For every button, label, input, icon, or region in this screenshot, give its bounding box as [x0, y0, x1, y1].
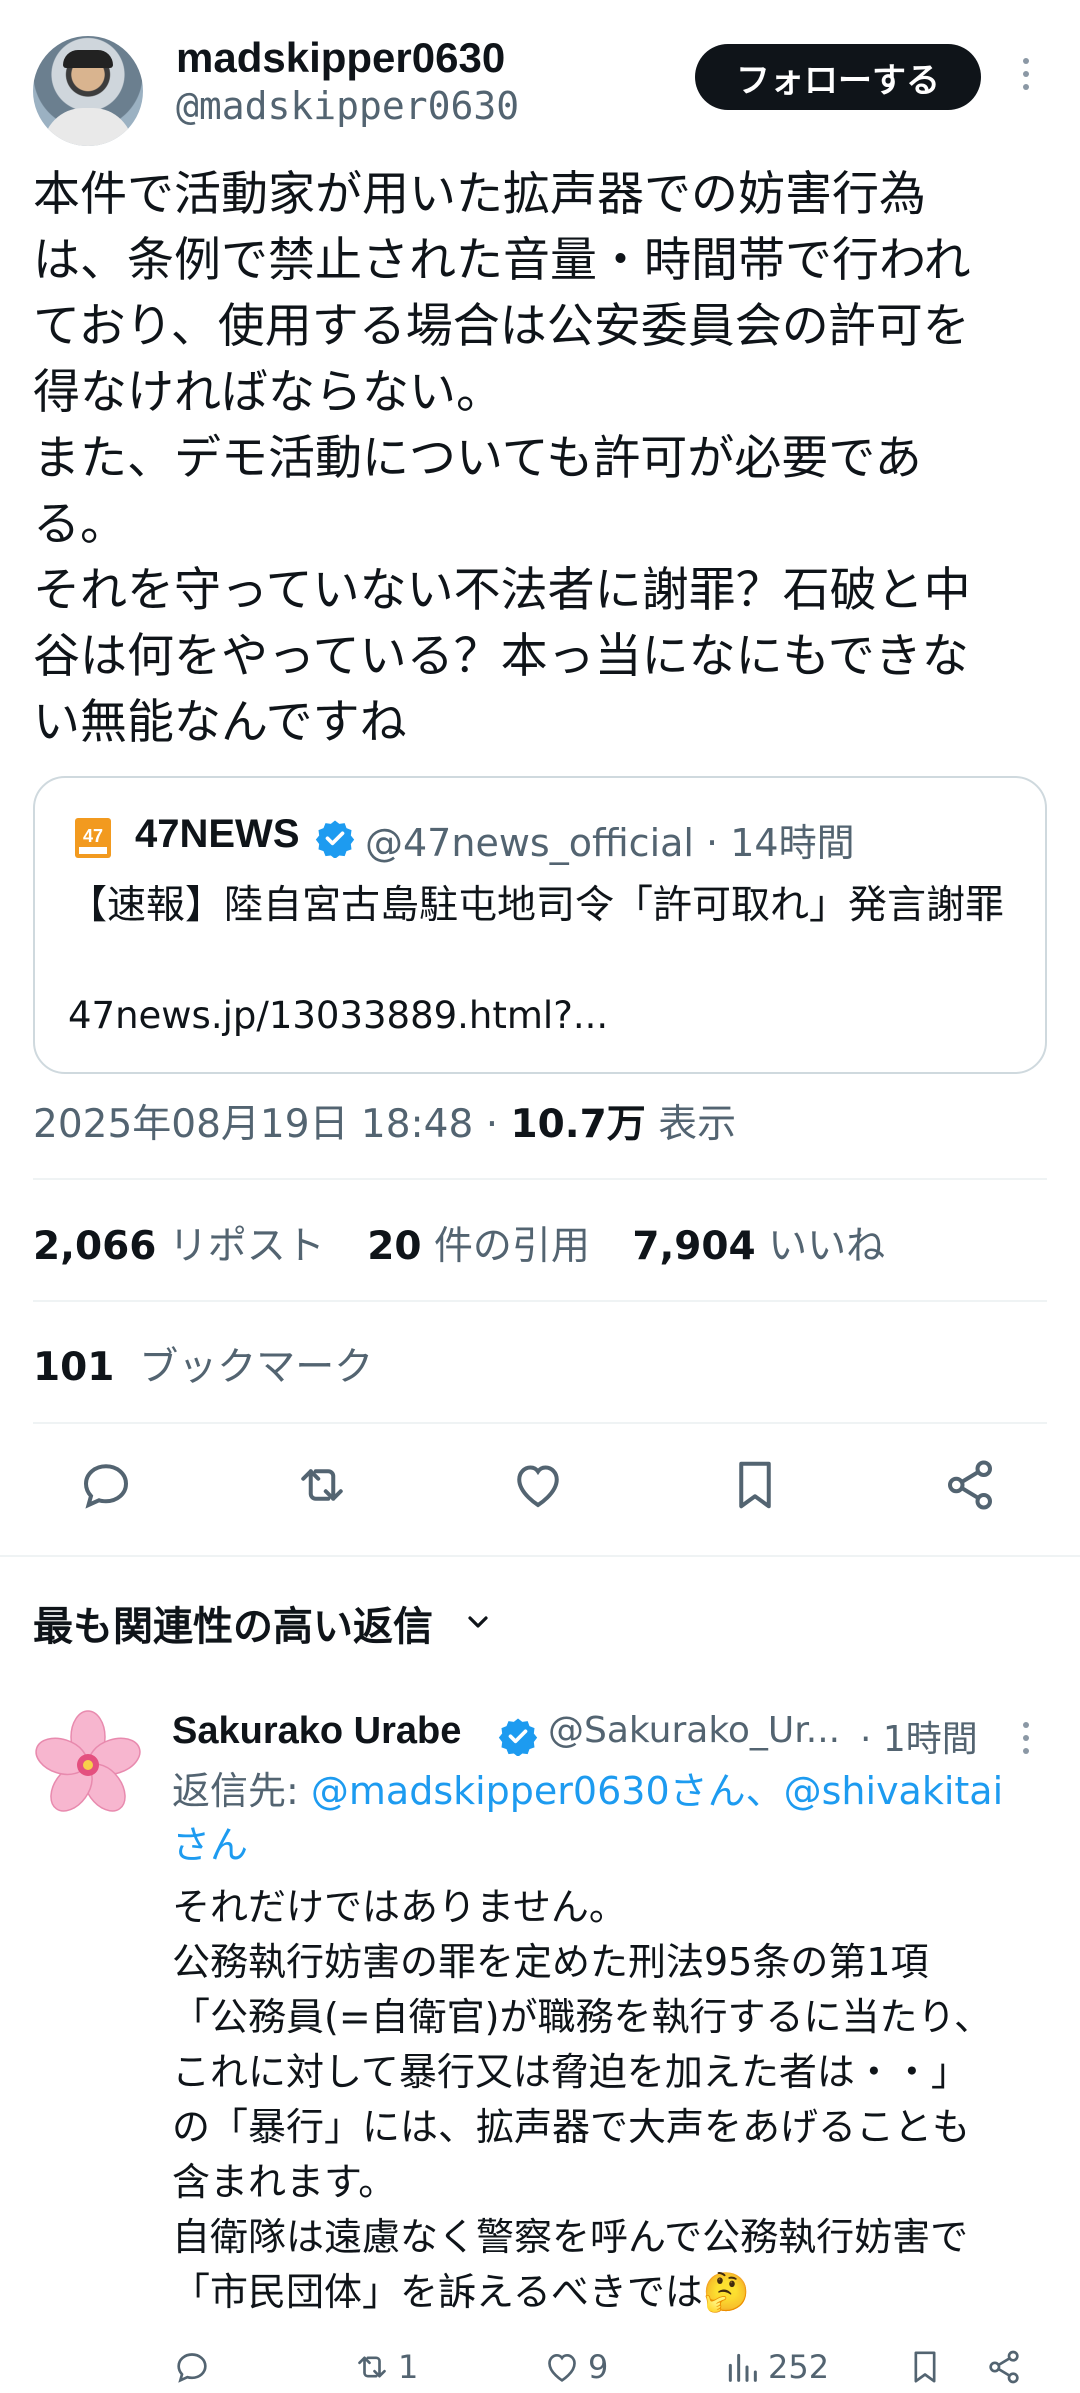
divider [33, 1300, 1047, 1302]
post-timestamp[interactable]: 2025年08月19日 18:48 · 10.7万 表示 [33, 1093, 736, 1149]
reply-more-options-icon[interactable] [1018, 1722, 1034, 1762]
reply-repost-button[interactable]: 1 [352, 2345, 418, 2389]
like-icon [548, 2353, 576, 2382]
view-label: 表示 [645, 1102, 737, 1147]
verified-badge-icon [315, 820, 355, 858]
share-icon [989, 2350, 1019, 2384]
verified-badge-icon [498, 1718, 538, 1756]
reply-repost-count: 1 [398, 2348, 419, 2386]
reply-view-count: 252 [768, 2348, 830, 2386]
reply-text: それだけではありません。 公務執行妨害の罪を定めた刑法95条の第1項 「公務員(… [172, 1885, 992, 2314]
bookmark-icon[interactable] [725, 1455, 785, 1515]
view-count: 10.7万 [510, 1102, 646, 1147]
bookmark-icon [914, 2351, 936, 2383]
views-bar-chart-icon [728, 2353, 757, 2382]
reply-icon [177, 2353, 207, 2383]
reply-to-line: 返信先: @madskipper0630さん、@shivakitai さん [172, 1769, 1004, 1867]
reply-time[interactable]: · 1時間 [860, 1710, 978, 1762]
author-display-name[interactable]: madskipper0630 [176, 34, 505, 82]
author-handle[interactable]: @madskipper0630 [176, 84, 519, 128]
quoted-author-name: 47NEWS [135, 812, 300, 856]
quoted-post-card[interactable]: 47 47NEWS @47news_official · 14時間 【速報】陸自… [33, 776, 1047, 1074]
like-icon[interactable] [508, 1455, 568, 1515]
post-header: madskipper0630 @madskipper0630 フォローする [0, 0, 1080, 150]
reply-author-handle[interactable]: @Sakurako_Ur... [548, 1710, 840, 1751]
reply-icon[interactable] [76, 1455, 136, 1515]
quoted-post-meta: @47news_official · 14時間 [365, 821, 855, 865]
reply-like-button[interactable]: 9 [542, 2345, 608, 2389]
reposts-stat[interactable]: 2,066 リポスト [33, 1224, 325, 1269]
post-action-bar [0, 1455, 1080, 1525]
likes-stat[interactable]: 7,904 いいね [632, 1224, 885, 1269]
engagement-stats: 2,066 リポスト 20 件の引用 7,904 いいね [33, 1215, 915, 1271]
quoted-post-link[interactable]: 47news.jp/13033889.html?... [68, 994, 608, 1037]
chevron-down-icon[interactable] [462, 1606, 494, 1638]
quoted-post-title: 【速報】陸自宮古島駐屯地司令「許可取れ」発言謝罪 [68, 883, 1005, 928]
reply-action-bar: 1 9 252 [0, 2345, 1080, 2393]
reply-author-name[interactable]: Sakurako Urabe [172, 1710, 461, 1753]
reply-share-button[interactable] [984, 2345, 1030, 2389]
reply-views-button[interactable]: 252 [722, 2345, 829, 2389]
post-text: 本件で活動家が用いた拡声器での妨害行為 は、条例で禁止された音量・時間帯で行われ… [33, 167, 971, 750]
post-datetime: 2025年08月19日 18:48 · [33, 1102, 511, 1147]
47news-logo-icon: 47 [75, 818, 111, 858]
more-options-icon[interactable] [1018, 58, 1034, 98]
repost-icon[interactable] [292, 1455, 352, 1515]
reply-like-count: 9 [588, 2348, 609, 2386]
reply-bookmark-button[interactable] [905, 2345, 951, 2389]
quotes-stat[interactable]: 20 件の引用 [367, 1224, 590, 1269]
divider [0, 1555, 1080, 1557]
divider [33, 1422, 1047, 1424]
share-icon[interactable] [940, 1455, 1000, 1515]
cherry-blossom-avatar-icon[interactable] [33, 1710, 143, 1820]
replies-sort-label[interactable]: 最も関連性の高い返信 [33, 1594, 433, 1652]
repost-icon [358, 2356, 386, 2378]
follow-button[interactable]: フォローする [695, 44, 981, 110]
reply-reply-button[interactable] [172, 2345, 218, 2389]
svg-text:47: 47 [83, 826, 103, 846]
author-avatar[interactable] [33, 36, 143, 146]
bookmarks-stat[interactable]: 101 ブックマーク [33, 1336, 373, 1392]
divider [33, 1178, 1047, 1180]
